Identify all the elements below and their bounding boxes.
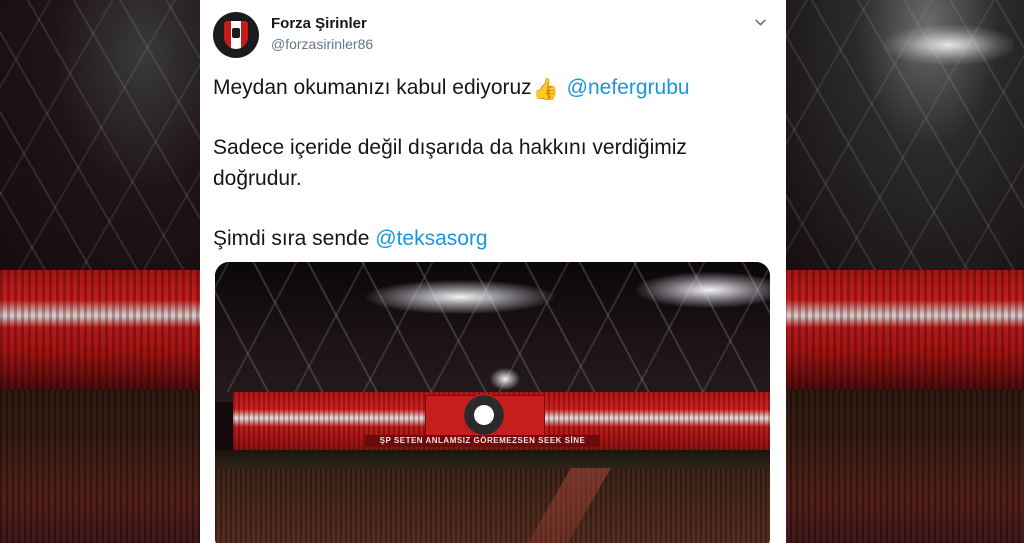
- tweet-photo[interactable]: ŞP SETEN ANLAMSIZ GÖREMEZSEN SEEK SİNE: [215, 262, 770, 543]
- crowd: [215, 468, 770, 543]
- tweet-text-line: Sadece içeride değil dışarıda da hakkını…: [213, 136, 687, 159]
- team-crest-icon: [459, 394, 509, 436]
- mention-link[interactable]: @nefergrubu: [567, 76, 690, 99]
- tweet-text-line: Meydan okumanızı kabul ediyoruz👍 @neferg…: [213, 76, 690, 101]
- chevron-down-icon[interactable]: [752, 14, 768, 30]
- stadium-slogan-banner: ŞP SETEN ANLAMSIZ GÖREMEZSEN SEEK SİNE: [365, 435, 600, 447]
- mention-link[interactable]: @teksasorg: [375, 227, 487, 250]
- user-handle[interactable]: @forzasirinler86: [271, 36, 373, 52]
- backdrop-left: [0, 0, 205, 543]
- avatar[interactable]: [213, 12, 259, 58]
- display-name[interactable]: Forza Şirinler: [271, 15, 367, 32]
- tweet-card: Forza Şirinler @forzasirinler86 Meydan o…: [200, 0, 786, 543]
- tweet-text-line: Şimdi sıra sende @teksasorg: [213, 227, 488, 250]
- tweet-text-line: doğrudur.: [213, 167, 302, 190]
- backdrop-right: [784, 0, 1024, 543]
- thumbs-up-icon: 👍: [532, 78, 559, 101]
